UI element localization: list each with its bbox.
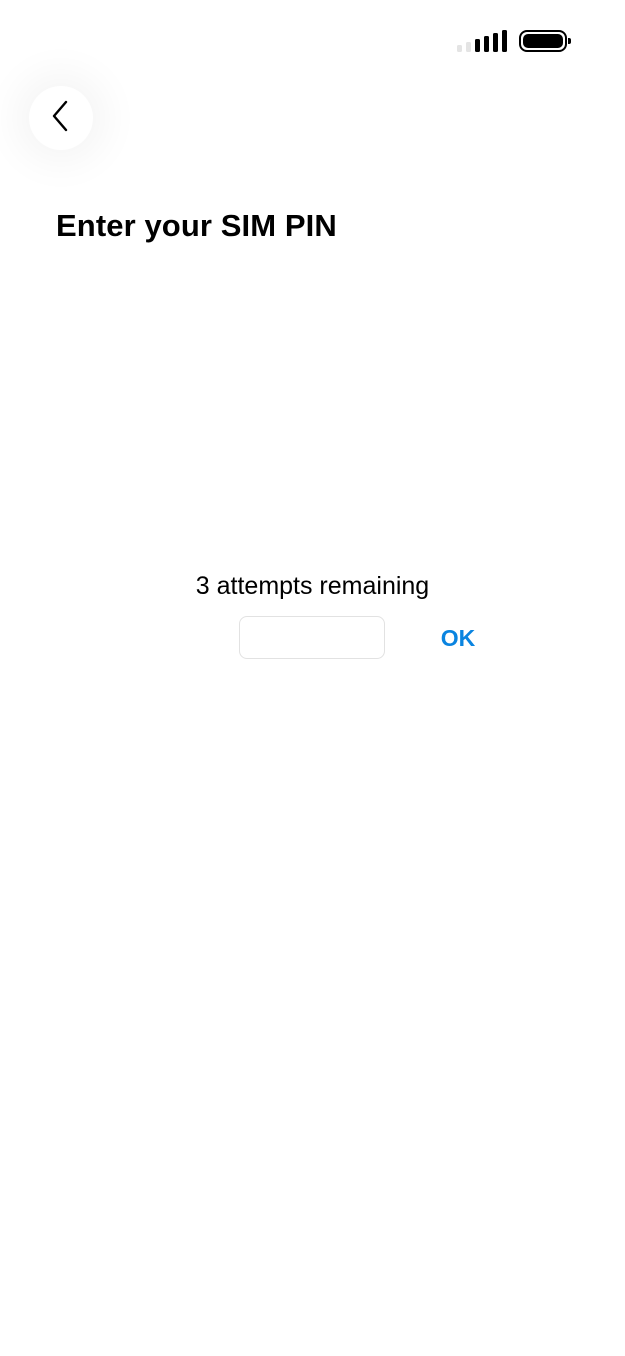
page-title: Enter your SIM PIN [56, 208, 337, 243]
chevron-left-icon [51, 99, 71, 138]
sim-pin-input[interactable] [239, 616, 385, 659]
cellular-signal-icon [457, 30, 509, 52]
status-bar [457, 30, 571, 52]
ok-button[interactable]: OK [430, 620, 486, 656]
battery-full-icon [519, 30, 571, 52]
attempts-remaining-text: 3 attempts remaining [195, 572, 430, 600]
back-button[interactable] [29, 86, 93, 150]
